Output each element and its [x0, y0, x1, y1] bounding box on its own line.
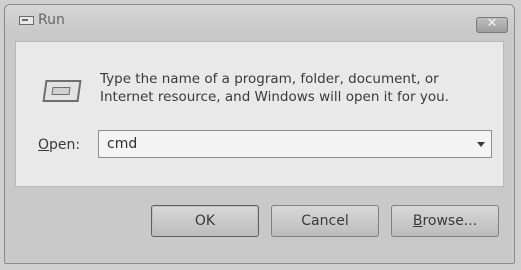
- open-label-text: pen:: [49, 137, 81, 153]
- open-label: Open:: [38, 137, 80, 153]
- dialog-content: Type the name of a program, folder, docu…: [15, 41, 504, 187]
- open-input[interactable]: cmd: [107, 136, 137, 152]
- cancel-button[interactable]: Cancel: [271, 205, 379, 237]
- close-button[interactable]: ✕: [476, 16, 508, 33]
- close-icon: ✕: [486, 16, 498, 31]
- browse-label: rowse...: [422, 213, 478, 229]
- open-label-accelerator: O: [38, 137, 50, 153]
- run-app-icon: [19, 16, 34, 25]
- ok-button[interactable]: OK: [151, 205, 259, 237]
- window-title: Run: [38, 12, 65, 28]
- run-dialog-icon: [42, 80, 82, 102]
- title-bar[interactable]: Run ✕: [5, 5, 514, 35]
- open-combobox[interactable]: cmd: [98, 130, 492, 158]
- browse-accelerator: B: [412, 213, 423, 229]
- dialog-description: Type the name of a program, folder, docu…: [100, 71, 449, 105]
- button-bar: OK Cancel Browse...: [5, 187, 514, 263]
- browse-button[interactable]: Browse...: [391, 205, 499, 237]
- run-dialog-window: Run ✕ Type the name of a program, folder…: [4, 4, 515, 264]
- chevron-down-icon[interactable]: [471, 131, 491, 157]
